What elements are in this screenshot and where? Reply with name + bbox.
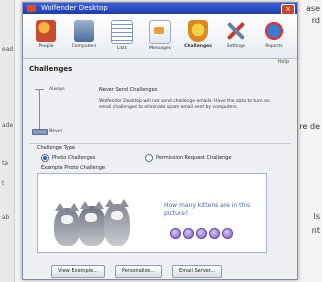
toolbar-reports[interactable]: Reports <box>255 16 293 58</box>
photo-challenges-radio[interactable]: Photo Challenges <box>41 154 95 162</box>
email-server-button[interactable]: Email Server... <box>172 265 223 278</box>
toolbar-label: Challenges <box>184 44 212 49</box>
app-window: Wolfender Desktop × People Computers Lis… <box>22 2 298 280</box>
divider <box>29 143 291 144</box>
toolbar-lists[interactable]: Lists <box>103 16 141 58</box>
answer-button[interactable] <box>222 228 233 239</box>
toolbar-label: Lists <box>116 46 128 51</box>
background-text: ade <box>2 122 14 129</box>
toolbar-challenges[interactable]: Challenges <box>179 16 217 58</box>
action-buttons: View Example... Personalize... Email Ser… <box>51 265 223 278</box>
reports-icon <box>264 20 284 42</box>
example-photo-challenge-label: Example Photo Challenge <box>41 165 106 171</box>
page-title: Challenges <box>29 65 73 73</box>
lists-icon <box>111 20 133 44</box>
radio-label: Permission Request Challenge <box>156 155 232 161</box>
background-text: ab <box>2 214 10 221</box>
people-icon <box>36 20 56 42</box>
toolbar-label: People <box>38 44 54 49</box>
answer-button[interactable] <box>183 228 194 239</box>
slider-label-always: Always <box>49 87 65 92</box>
background-text: re de <box>299 122 320 131</box>
background-text: ead <box>2 46 14 53</box>
personalize-button[interactable]: Personalize... <box>114 265 163 278</box>
toolbar-label: Computers <box>71 44 97 49</box>
background-text: ta <box>2 160 9 167</box>
close-button[interactable]: × <box>281 4 295 15</box>
background-text: ase <box>306 4 320 13</box>
background-text: t <box>2 180 5 187</box>
toolbar-label: Messages <box>148 46 172 51</box>
messages-icon <box>149 20 171 44</box>
answer-button[interactable] <box>196 228 207 239</box>
toolbar-messages[interactable]: Messages <box>141 16 179 58</box>
toolbar-people[interactable]: People <box>27 16 65 58</box>
kitten-image <box>104 199 130 246</box>
answer-button[interactable] <box>209 228 220 239</box>
radio-button[interactable] <box>145 154 153 162</box>
example-photo-challenge: How many kittens are in this picture? <box>37 173 267 253</box>
radio-button[interactable] <box>41 154 49 162</box>
answer-button[interactable] <box>170 228 181 239</box>
radio-label: Photo Challenges <box>52 155 96 161</box>
background-text: nt <box>311 226 320 235</box>
challenges-panel: Help Challenges Always Never Never Send … <box>29 59 291 278</box>
window-title: Wolfender Desktop <box>41 4 108 12</box>
toolbar-settings[interactable]: Settings <box>217 16 255 58</box>
background-text: rd <box>311 16 320 25</box>
challenge-type-label: Challenge Type <box>37 145 76 151</box>
challenge-level-slider-thumb[interactable] <box>32 129 48 135</box>
challenge-level-description: Wolfender Desktop will not send challeng… <box>99 99 270 110</box>
background-text: ls <box>313 212 320 221</box>
slider-label-never: Never <box>49 129 63 134</box>
challenges-icon <box>188 20 208 42</box>
challenge-level-title: Never Send Challenges <box>99 87 158 93</box>
title-bar[interactable]: Wolfender Desktop × <box>23 3 297 15</box>
challenge-level-slider-track[interactable] <box>39 89 40 131</box>
app-logo-icon <box>27 5 36 12</box>
help-link[interactable]: Help <box>278 59 289 65</box>
kitten-image <box>78 201 106 246</box>
kitten-image <box>54 203 80 246</box>
toolbar-computers[interactable]: Computers <box>65 16 103 58</box>
answer-buttons <box>170 228 233 239</box>
background-left-strip <box>0 0 15 282</box>
permission-request-radio[interactable]: Permission Request Challenge <box>145 154 231 162</box>
view-example-button[interactable]: View Example... <box>51 265 105 278</box>
toolbar-label: Reports <box>265 44 283 49</box>
main-toolbar: People Computers Lists Messages Challeng… <box>23 14 297 59</box>
computer-icon <box>74 20 94 42</box>
settings-icon <box>226 20 246 42</box>
example-question: How many kittens are in this picture? <box>164 202 251 217</box>
toolbar-label: Settings <box>226 44 246 49</box>
